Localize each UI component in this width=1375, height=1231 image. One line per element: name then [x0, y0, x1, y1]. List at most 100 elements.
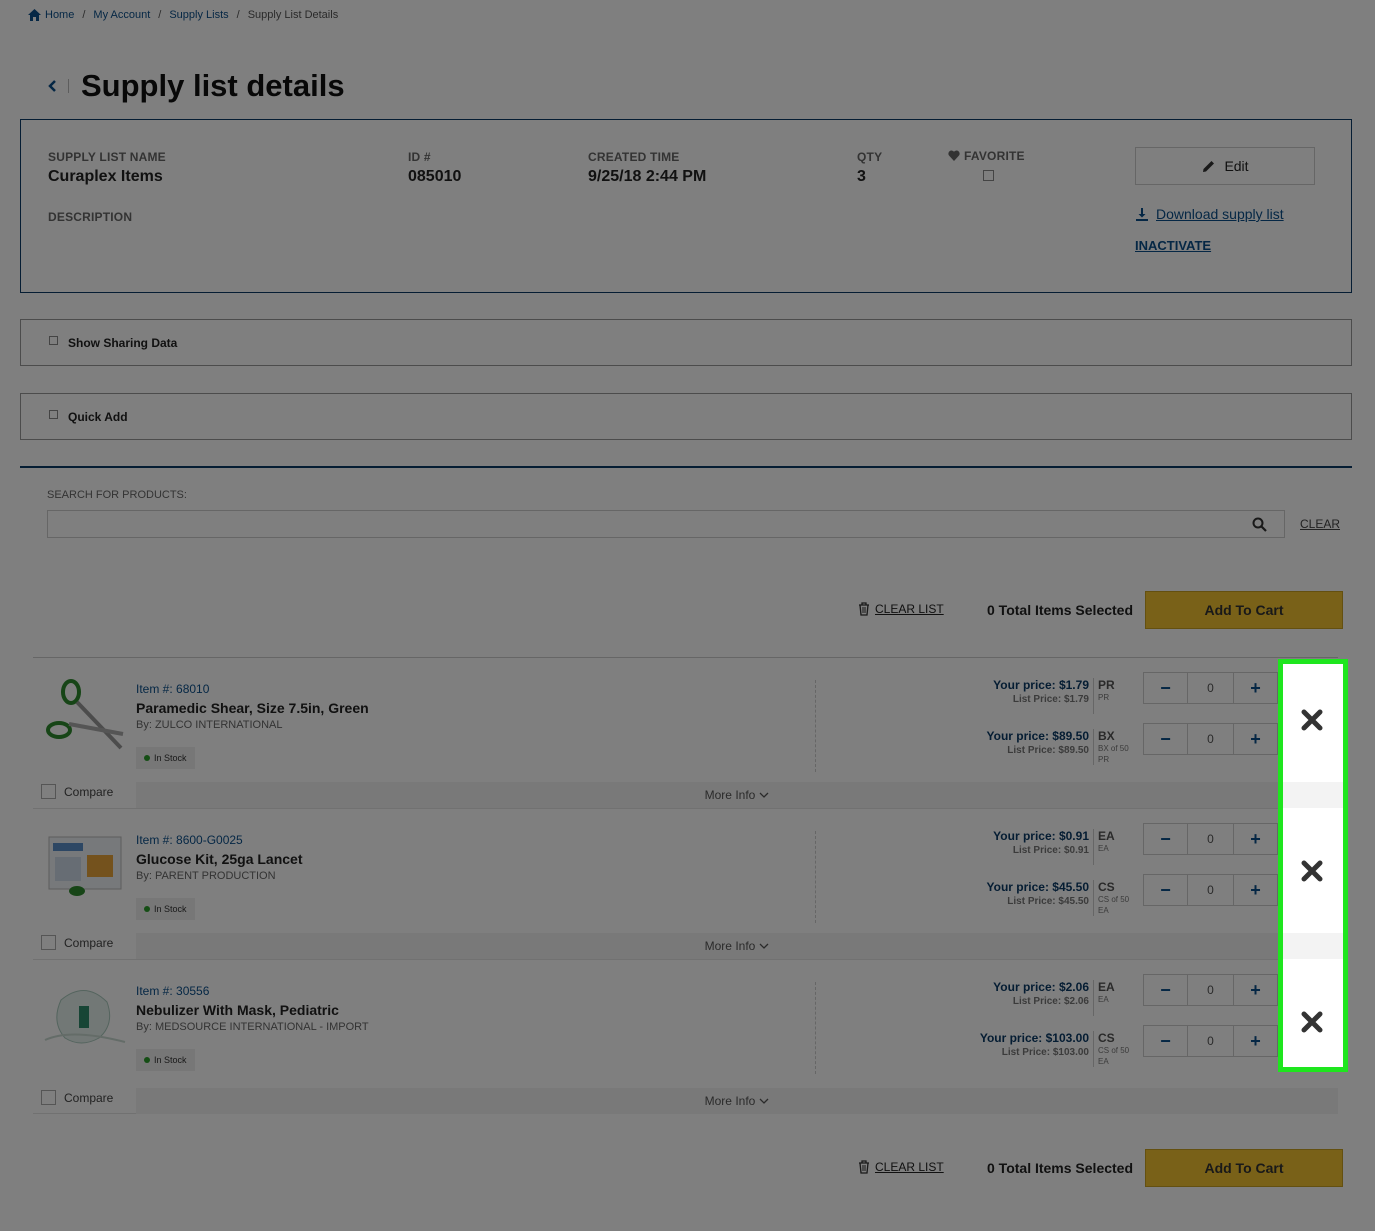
add-to-cart-button[interactable]: Add To Cart	[1145, 1149, 1343, 1187]
row-divider	[815, 831, 816, 923]
item-number[interactable]: Item #: 30556	[136, 984, 209, 998]
quantity-input[interactable]: 0	[1188, 723, 1233, 755]
your-price: Your price: $45.50	[986, 880, 1090, 894]
unit-of-measure: CS CS of 50 EA	[1098, 1031, 1144, 1067]
unit-of-measure: EA EA	[1098, 980, 1144, 1005]
clear-list-link[interactable]: CLEAR LIST	[858, 602, 944, 616]
remove-item-icon[interactable]	[1301, 709, 1323, 731]
price-block: Your price: $103.00 List Price: $103.00	[980, 1031, 1089, 1058]
trash-icon	[859, 602, 869, 616]
nebulizer-mask-image	[44, 990, 126, 1044]
uom-separator	[1093, 729, 1094, 765]
compare-checkbox[interactable]: Compare	[41, 784, 113, 799]
stock-label: In Stock	[154, 1055, 187, 1065]
compare-box[interactable]	[41, 935, 56, 950]
product-brand: By: ZULCO INTERNATIONAL	[136, 719, 283, 731]
uom-separator	[1093, 880, 1094, 916]
edit-button[interactable]: Edit	[1135, 147, 1315, 185]
quantity-input[interactable]: 0	[1188, 672, 1233, 704]
product-row: Item #: 68010 Paramedic Shear, Size 7.5i…	[33, 658, 1338, 809]
product-name[interactable]: Nebulizer With Mask, Pediatric	[136, 1002, 339, 1018]
more-info-label: More Info	[704, 1094, 756, 1108]
supply-list-info-panel: SUPPLY LIST NAME Curaplex Items ID # 085…	[20, 119, 1352, 293]
your-price: Your price: $2.06	[993, 980, 1089, 994]
product-row: Item #: 30556 Nebulizer With Mask, Pedia…	[33, 960, 1338, 1114]
clear-list-label: CLEAR LIST	[875, 602, 944, 616]
list-price: List Price: $45.50	[1007, 896, 1089, 907]
quantity-input[interactable]: 0	[1188, 874, 1233, 906]
stock-label: In Stock	[154, 904, 187, 914]
decrement-button[interactable]: −	[1143, 1025, 1188, 1057]
search-input[interactable]	[47, 510, 1285, 538]
product-search-section: SEARCH FOR PRODUCTS: CLEAR	[20, 466, 1352, 564]
favorite-checkbox[interactable]	[983, 170, 994, 181]
chevron-down-icon	[759, 792, 769, 798]
quantity-stepper: − 0 +	[1143, 1025, 1278, 1057]
remove-item-icon[interactable]	[1301, 1011, 1323, 1033]
increment-button[interactable]: +	[1233, 974, 1278, 1006]
quantity-input[interactable]: 0	[1188, 974, 1233, 1006]
compare-box[interactable]	[41, 1090, 56, 1105]
increment-button[interactable]: +	[1233, 1025, 1278, 1057]
compare-checkbox[interactable]: Compare	[41, 935, 113, 950]
quantity-input[interactable]: 0	[1188, 823, 1233, 855]
uom-separator	[1093, 1031, 1094, 1067]
price-block: Your price: $1.79 List Price: $1.79	[993, 678, 1089, 705]
favorite-label-group: FAVORITE	[948, 149, 1025, 163]
description-label: DESCRIPTION	[48, 210, 133, 224]
back-chevron-icon[interactable]	[46, 78, 60, 94]
uom-code: CS	[1098, 1031, 1115, 1045]
more-info-toggle[interactable]: More Info	[136, 1088, 1338, 1114]
breadcrumb-home-link[interactable]: Home	[45, 9, 74, 21]
decrement-button[interactable]: −	[1143, 723, 1188, 755]
list-price: List Price: $2.06	[1012, 996, 1089, 1007]
compare-box[interactable]	[41, 784, 56, 799]
price-block: Your price: $2.06 List Price: $2.06	[993, 980, 1089, 1007]
increment-button[interactable]: +	[1233, 723, 1278, 755]
clear-search-link[interactable]: CLEAR	[1300, 517, 1340, 531]
created-time-label: CREATED TIME	[588, 150, 680, 164]
item-number[interactable]: Item #: 8600-G0025	[136, 833, 243, 847]
uom-separator	[1093, 678, 1094, 714]
uom-detail: EA	[1098, 1057, 1109, 1066]
clear-list-link[interactable]: CLEAR LIST	[858, 1160, 944, 1174]
uom-detail: EA	[1098, 995, 1109, 1004]
show-sharing-data-checkbox[interactable]	[49, 336, 58, 345]
item-number[interactable]: Item #: 68010	[136, 682, 209, 696]
product-name[interactable]: Glucose Kit, 25ga Lancet	[136, 851, 303, 867]
download-supply-list-link[interactable]: Download supply list	[1135, 206, 1284, 222]
quantity-input[interactable]: 0	[1188, 1025, 1233, 1057]
decrement-button[interactable]: −	[1143, 974, 1188, 1006]
search-icon[interactable]	[1252, 517, 1267, 532]
remove-item-icon[interactable]	[1301, 860, 1323, 882]
inactivate-link[interactable]: INACTIVATE	[1135, 238, 1211, 253]
price-option: Your price: $1.79 List Price: $1.79 PR P…	[933, 672, 1278, 718]
quick-add-toggle[interactable]: Quick Add	[20, 393, 1352, 440]
decrement-button[interactable]: −	[1143, 874, 1188, 906]
decrement-button[interactable]: −	[1143, 823, 1188, 855]
product-name[interactable]: Paramedic Shear, Size 7.5in, Green	[136, 700, 369, 716]
breadcrumb-my-account-link[interactable]: My Account	[93, 9, 150, 21]
breadcrumb-supply-lists-link[interactable]: Supply Lists	[169, 9, 228, 21]
supply-list-name-value: Curaplex Items	[48, 168, 163, 185]
breadcrumb: Home / My Account / Supply Lists / Suppl…	[28, 9, 338, 21]
more-info-toggle[interactable]: More Info	[136, 933, 1338, 959]
show-sharing-data-toggle[interactable]: Show Sharing Data	[20, 319, 1352, 366]
breadcrumb-current: Supply List Details	[247, 9, 339, 21]
id-label: ID #	[408, 150, 431, 164]
pencil-icon	[1203, 160, 1215, 172]
more-info-toggle[interactable]: More Info	[136, 782, 1338, 808]
increment-button[interactable]: +	[1233, 874, 1278, 906]
bottom-action-bar: CLEAR LIST 0 Total Items Selected Add To…	[858, 1149, 1343, 1187]
increment-button[interactable]: +	[1233, 672, 1278, 704]
quick-add-checkbox[interactable]	[49, 410, 58, 419]
uom-separator	[1093, 980, 1094, 1016]
list-price: List Price: $89.50	[1007, 745, 1089, 756]
compare-checkbox[interactable]: Compare	[41, 1090, 113, 1105]
price-block: Your price: $45.50 List Price: $45.50	[987, 880, 1090, 907]
increment-button[interactable]: +	[1233, 823, 1278, 855]
decrement-button[interactable]: −	[1143, 672, 1188, 704]
add-to-cart-button[interactable]: Add To Cart	[1145, 591, 1343, 629]
chevron-down-icon	[759, 943, 769, 949]
uom-detail: EA	[1098, 906, 1109, 915]
